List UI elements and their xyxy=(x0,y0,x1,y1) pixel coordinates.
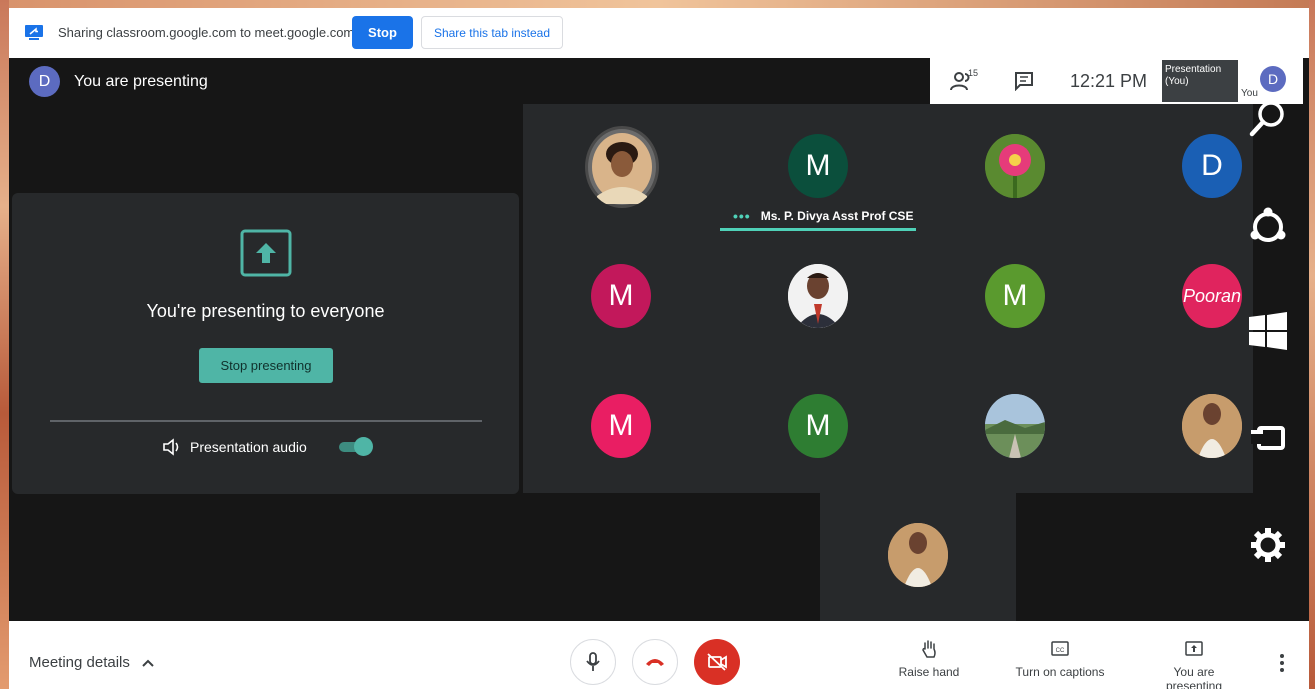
participant-tile-overflow xyxy=(820,493,1016,621)
presentation-audio-label: Presentation audio xyxy=(190,439,307,455)
presenting-button[interactable]: You are presenting xyxy=(1144,639,1244,689)
person-photo-icon xyxy=(888,523,948,587)
meeting-stage: D You are presenting 15 12:21 PM Present… xyxy=(9,58,1309,621)
stop-sharing-button[interactable]: Stop xyxy=(352,16,413,49)
participant-avatar[interactable]: M xyxy=(788,394,848,458)
leave-call-button[interactable] xyxy=(632,639,678,685)
captions-button[interactable]: CC Turn on captions xyxy=(1012,639,1108,679)
share-notification-bar: Sharing classroom.google.com to meet.goo… xyxy=(9,8,1309,58)
participant-avatar[interactable] xyxy=(888,523,948,587)
ubuntu-logo-icon[interactable] xyxy=(1247,206,1289,248)
hang-up-icon xyxy=(646,659,664,666)
participant-avatar[interactable]: M xyxy=(591,394,651,458)
windows-logo-icon[interactable] xyxy=(1247,310,1289,352)
participant-avatar[interactable] xyxy=(985,134,1045,198)
camera-off-button[interactable] xyxy=(694,639,740,685)
divider xyxy=(50,420,482,422)
person-photo-icon xyxy=(1182,394,1242,458)
raise-hand-button[interactable]: Raise hand xyxy=(884,639,974,679)
participant-avatar[interactable]: D xyxy=(1182,134,1242,198)
cast-device-icon[interactable] xyxy=(1247,418,1289,460)
presentation-audio-toggle[interactable] xyxy=(339,437,373,457)
speaking-indicator xyxy=(720,228,916,231)
participant-avatar[interactable]: M xyxy=(788,134,848,198)
camera-off-icon xyxy=(707,653,727,671)
closed-captions-icon: CC xyxy=(1051,641,1069,656)
person-photo-icon xyxy=(588,129,656,205)
page-title: You are presenting xyxy=(74,72,208,90)
decorative-frame-top xyxy=(0,0,1315,8)
landscape-photo-icon xyxy=(985,394,1045,458)
meeting-controls-bar: Meeting details Raise hand CC Turn on ca… xyxy=(9,621,1309,689)
microphone-icon xyxy=(586,652,600,671)
decorative-frame-right xyxy=(1309,0,1315,689)
presentation-thumbnail[interactable]: Presentation (You) xyxy=(1162,60,1238,102)
participant-avatar[interactable] xyxy=(985,394,1045,458)
present-to-all-icon xyxy=(240,229,292,277)
self-avatar[interactable]: D xyxy=(1260,66,1286,92)
participant-avatar[interactable] xyxy=(788,264,848,328)
participant-avatar[interactable]: M xyxy=(591,264,651,328)
participant-avatar[interactable] xyxy=(1182,394,1242,458)
stop-presenting-button[interactable]: Stop presenting xyxy=(199,348,333,383)
participant-avatar[interactable] xyxy=(585,126,659,208)
presentation-audio-row: Presentation audio xyxy=(162,438,307,456)
participant-avatar[interactable]: Pooran xyxy=(1182,264,1242,328)
chevron-up-icon xyxy=(142,659,154,667)
chat-icon[interactable] xyxy=(1014,71,1034,91)
flower-photo-icon xyxy=(985,134,1045,198)
svg-text:CC: CC xyxy=(1056,648,1065,654)
meeting-details-button[interactable]: Meeting details xyxy=(29,654,154,671)
presentation-panel: You're presenting to everyone Stop prese… xyxy=(12,193,519,494)
presenting-header: D You are presenting xyxy=(29,66,208,97)
screen-share-icon xyxy=(25,25,43,40)
clock-time: 12:21 PM xyxy=(1070,71,1148,91)
person-photo-icon xyxy=(788,264,848,328)
volume-icon xyxy=(163,438,179,456)
microphone-button[interactable] xyxy=(570,639,616,685)
sharing-status-text: Sharing classroom.google.com to meet.goo… xyxy=(58,25,355,40)
share-this-tab-button[interactable]: Share this tab instead xyxy=(421,16,563,49)
decorative-frame-left xyxy=(0,0,9,689)
presenting-message: You're presenting to everyone xyxy=(146,301,385,321)
more-options-icon[interactable] xyxy=(1279,653,1285,673)
participant-avatar[interactable]: M xyxy=(985,264,1045,328)
search-icon[interactable] xyxy=(1247,98,1289,140)
participant-count: 15 xyxy=(968,68,979,78)
audio-indicator-icon: ••• xyxy=(733,208,751,224)
gear-icon[interactable] xyxy=(1247,524,1289,566)
hand-icon xyxy=(922,640,936,658)
avatar: D xyxy=(29,66,60,97)
active-speaker-name: ••• Ms. P. Divya Asst Prof CSE xyxy=(733,208,914,224)
present-to-all-icon xyxy=(1185,641,1203,656)
participant-grid: M ••• Ms. P. Divya Asst Prof CSE D M M P… xyxy=(523,104,1253,493)
